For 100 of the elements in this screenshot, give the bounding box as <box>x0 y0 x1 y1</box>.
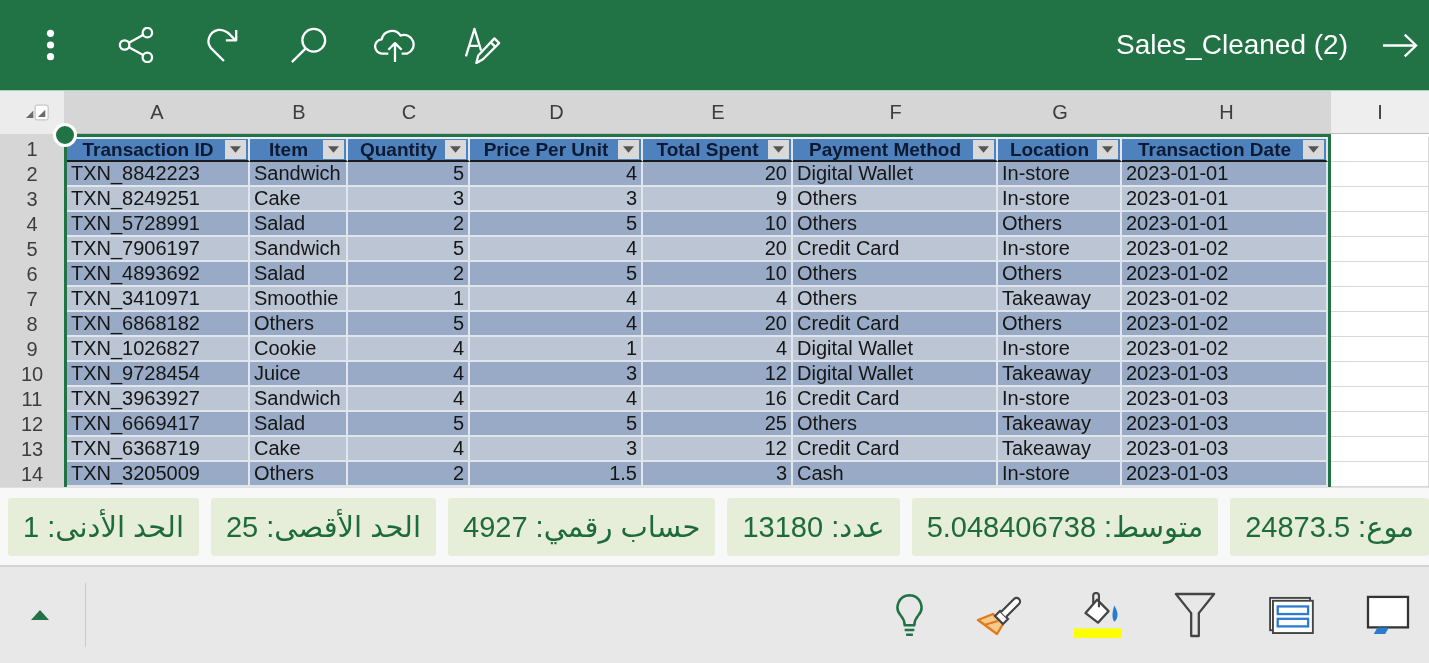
table-cell: TXN_7906197 <box>67 237 250 262</box>
table-cell: 2023-01-02 <box>1122 262 1328 287</box>
display-icon[interactable] <box>1366 595 1410 635</box>
table-cell: TXN_6669417 <box>67 412 250 437</box>
table-cell: 2023-01-03 <box>1122 412 1328 437</box>
document-title: Sales_Cleaned (2) <box>1116 29 1348 61</box>
table-cell: Takeaway <box>998 362 1122 387</box>
column-header[interactable]: F <box>793 91 998 134</box>
table-cell: 3 <box>643 462 793 487</box>
stacked-rows-icon[interactable] <box>1268 596 1314 634</box>
table-cell: 2 <box>348 462 470 487</box>
caret-up-icon[interactable] <box>31 610 49 620</box>
filter-dropdown-button[interactable] <box>618 140 639 159</box>
table-cell: 3 <box>470 362 643 387</box>
table-cell: 3 <box>470 437 643 462</box>
table-cell: 2 <box>348 262 470 287</box>
table-cell: 16 <box>643 387 793 412</box>
table-cell: 5 <box>348 312 470 337</box>
column-title: Item <box>267 139 310 160</box>
filter-dropdown-button[interactable] <box>1303 140 1324 159</box>
filter-dropdown-button[interactable] <box>1097 140 1118 159</box>
table-cell: 2023-01-03 <box>1122 387 1328 412</box>
more-icon[interactable] <box>46 28 55 62</box>
column-title: Transaction ID <box>81 139 215 160</box>
table-cell: Credit Card <box>793 437 998 462</box>
table-cell: Digital Wallet <box>793 362 998 387</box>
column-title: Transaction Date <box>1136 139 1293 160</box>
forward-arrow-icon[interactable] <box>1382 32 1418 58</box>
stat-chip: الحد الأقصى: 25 <box>210 497 436 556</box>
table-cell: TXN_4893692 <box>67 262 250 287</box>
filter-dropdown-button[interactable] <box>323 140 344 159</box>
column-title: Total Spent <box>655 139 760 160</box>
table-cell: 4 <box>643 337 793 362</box>
filter-dropdown-button[interactable] <box>225 140 246 159</box>
text-pencil-icon[interactable] <box>464 26 502 64</box>
column-title: Price Per Unit <box>482 139 610 160</box>
fill-color-icon[interactable] <box>1074 592 1122 638</box>
filter-icon[interactable] <box>1174 592 1216 638</box>
table-cell: Others <box>793 412 998 437</box>
table-cell: 20 <box>643 162 793 187</box>
filter-dropdown-button[interactable] <box>973 140 994 159</box>
column-header[interactable]: G <box>998 91 1122 134</box>
table-cell: 2023-01-02 <box>1122 287 1328 312</box>
table-cell: 4 <box>643 287 793 312</box>
column-header[interactable]: H <box>1122 91 1331 134</box>
column-header[interactable]: A <box>64 91 250 134</box>
column-header[interactable]: D <box>470 91 643 134</box>
table-cell: Salad <box>250 212 348 237</box>
column-title: Quantity <box>358 139 439 160</box>
table-cell: TXN_6868182 <box>67 312 250 337</box>
table-cell: TXN_3410971 <box>67 287 250 312</box>
filter-dropdown-button[interactable] <box>445 140 466 159</box>
table-cell: 1 <box>348 287 470 312</box>
column-header[interactable]: B <box>250 91 348 134</box>
table-cell: Takeaway <box>998 437 1122 462</box>
table-cell: Others <box>793 262 998 287</box>
column-header[interactable]: E <box>643 91 793 134</box>
cloud-upload-icon[interactable] <box>374 27 416 63</box>
table-cell: Others <box>998 312 1122 337</box>
table-cell: In-store <box>998 337 1122 362</box>
table-cell: 4 <box>348 337 470 362</box>
column-header[interactable]: C <box>348 91 470 134</box>
table-cell: Cash <box>793 462 998 487</box>
table-cell: Others <box>998 262 1122 287</box>
table-cell: Digital Wallet <box>793 337 998 362</box>
table-cell: In-store <box>998 237 1122 262</box>
table-cell: Sandwich <box>250 387 348 412</box>
table-cell: Cake <box>250 187 348 212</box>
table-cell: 2023-01-01 <box>1122 187 1328 212</box>
table-cell: 10 <box>643 262 793 287</box>
stat-chip: متوسط: 5.048406738 <box>911 497 1219 556</box>
stat-chip: موع: 24873.5 <box>1230 497 1429 556</box>
select-all-button[interactable] <box>0 91 64 134</box>
table-cell: In-store <box>998 162 1122 187</box>
table-cell: 4 <box>470 387 643 412</box>
caret-down-icon <box>230 146 241 153</box>
table-cell: 5 <box>348 412 470 437</box>
stat-chip: حساب رقمي: 4927 <box>448 497 716 556</box>
paintbrush-icon[interactable] <box>976 595 1022 635</box>
table-cell: 4 <box>470 287 643 312</box>
table-cell: TXN_8842223 <box>67 162 250 187</box>
column-header[interactable]: I <box>1331 91 1429 134</box>
caret-down-icon <box>773 146 784 153</box>
table-cell: 20 <box>643 237 793 262</box>
table-cell: In-store <box>998 462 1122 487</box>
filter-dropdown-button[interactable] <box>768 140 789 159</box>
lightbulb-icon[interactable] <box>895 592 924 638</box>
table-cell: Salad <box>250 262 348 287</box>
search-icon[interactable] <box>290 26 328 64</box>
table-cell: 2023-01-03 <box>1122 362 1328 387</box>
caret-down-icon <box>328 146 339 153</box>
table-cell: Juice <box>250 362 348 387</box>
redo-icon[interactable] <box>206 27 240 63</box>
table-cell: 2023-01-02 <box>1122 337 1328 362</box>
stat-chip: الحد الأدنى: 1 <box>8 497 199 556</box>
share-icon[interactable] <box>118 27 154 63</box>
table-cell: Takeaway <box>998 287 1122 312</box>
table-cell: Others <box>250 312 348 337</box>
table-cell: 20 <box>643 312 793 337</box>
select-all-icon <box>25 103 49 122</box>
